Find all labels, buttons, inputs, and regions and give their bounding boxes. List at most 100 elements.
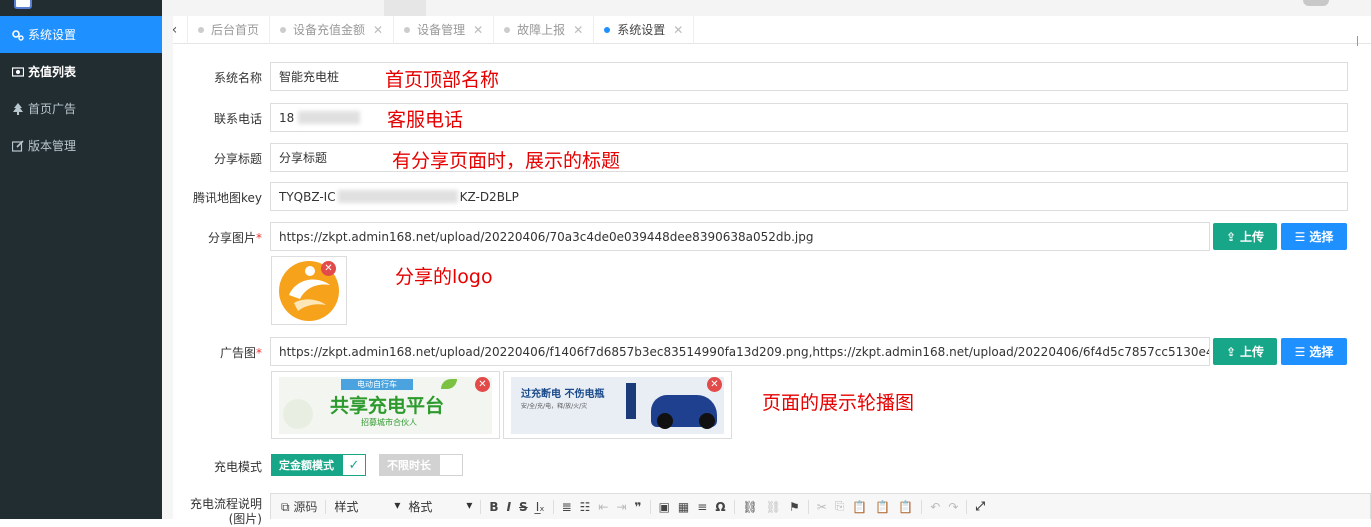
avatar[interactable] <box>1303 0 1329 6</box>
top-header <box>0 0 1371 16</box>
map-key-prefix: TYQBZ-IC <box>279 189 336 204</box>
upload-button[interactable]: ⇪ 上传 <box>1213 223 1277 250</box>
table-icon[interactable]: ▦ <box>678 500 689 514</box>
money-icon <box>12 66 24 78</box>
required-mark: * <box>256 231 262 245</box>
bulleted-list-icon[interactable]: ☷ <box>580 500 591 514</box>
logo-area <box>0 0 162 16</box>
toolbar-separator <box>807 499 809 514</box>
switch-label: 定金额模式 <box>271 454 342 476</box>
copy-icon[interactable]: ⎘ <box>835 499 845 514</box>
tab-label: 设备管理 <box>417 23 466 37</box>
select-label: 选择 <box>1309 345 1334 359</box>
sidebar-item-label: 版本管理 <box>28 139 77 153</box>
tab-label: 设备充值金额 <box>293 23 366 37</box>
indent-icon[interactable]: ⇥ <box>616 500 626 514</box>
sidebar-item-version-management[interactable]: 版本管理 <box>0 127 162 164</box>
system-name-note: 首页顶部名称 <box>385 69 500 91</box>
blockquote-icon[interactable]: ❞ <box>635 500 642 514</box>
select-button[interactable]: ☰ 选择 <box>1281 338 1347 365</box>
numbered-list-icon[interactable]: ≣ <box>562 500 572 514</box>
sidebar-item-label: 首页广告 <box>28 102 77 116</box>
unlimited-time-switch[interactable]: 不限时长 <box>379 454 463 476</box>
outdent-icon[interactable]: ⇤ <box>598 500 608 514</box>
map-key-input[interactable]: TYQBZ-IC KZ-D2BLP <box>270 182 1348 211</box>
ad-image-url-input[interactable]: https://zkpt.admin168.net/upload/2022040… <box>270 337 1210 366</box>
redo-icon[interactable]: ↷ <box>948 500 958 514</box>
ad-image-note: 页面的展示轮播图 <box>762 392 915 414</box>
rich-text-toolbar: ⧉ 源码 样式 ▾ 格式 ▾ B I S I̲ₓ ≣ ☷ ⇤ ⇥ ❞ ▣ ▦ ≡… <box>270 493 1371 519</box>
cut-icon[interactable]: ✂ <box>817 500 827 514</box>
share-image-url: https://zkpt.admin168.net/upload/2022040… <box>279 229 814 244</box>
map-key-label: 腾讯地图key <box>192 191 262 205</box>
close-icon[interactable]: ✕ <box>673 23 683 37</box>
share-image-url-input[interactable]: https://zkpt.admin168.net/upload/2022040… <box>270 222 1210 251</box>
select-button[interactable]: ☰ 选择 <box>1281 223 1347 250</box>
close-icon[interactable]: ✕ <box>473 23 483 37</box>
link-icon[interactable]: ⛓ <box>743 500 758 514</box>
paste-icon[interactable]: 📋 <box>852 500 867 514</box>
switch-label: 不限时长 <box>379 454 439 476</box>
italic-icon[interactable]: I <box>507 500 511 514</box>
horizontal-line-icon[interactable]: ≡ <box>697 500 707 514</box>
tab-device-recharge-amount[interactable]: 设备充值金额 ✕ <box>270 15 395 44</box>
check-icon: ✓ <box>342 454 366 476</box>
sidebar-item-system-settings[interactable]: 系统设置 <box>0 16 162 53</box>
remove-image-icon[interactable]: ✕ <box>475 377 490 392</box>
paste-word-icon[interactable]: 📋 <box>898 500 913 514</box>
tab-dot <box>604 26 611 33</box>
undo-icon[interactable]: ↶ <box>930 500 940 514</box>
banner-1-subtitle: 招募城市合伙人 <box>361 418 417 427</box>
share-image-label: 分享图片* <box>172 229 262 246</box>
ad-banner-thumbnail-1[interactable]: 电动自行车 共享充电平台 招募城市合伙人 ✕ <box>271 371 500 439</box>
toolbar-separator <box>966 499 968 514</box>
gears-icon <box>12 29 24 41</box>
tab-home[interactable]: 后台首页 <box>188 15 271 44</box>
anchor-flag-icon[interactable]: ⚑ <box>789 500 800 514</box>
ad-banner-thumbnail-2[interactable]: 过充断电 不伤电瓶 安/全/充/电，释/放/火/灾 ✕ <box>503 371 732 439</box>
ad-image-label: 广告图* <box>172 344 262 361</box>
image-icon[interactable]: ▣ <box>659 500 670 514</box>
phone-value: 18 <box>279 110 295 125</box>
unlink-icon[interactable]: ⛓ <box>766 500 781 514</box>
share-logo-thumbnail[interactable]: ✕ <box>271 256 347 325</box>
share-title-label: 分享标题 <box>213 152 262 166</box>
banner-1-title: 共享充电平台 <box>329 395 444 417</box>
close-icon[interactable]: ✕ <box>573 23 583 37</box>
remove-image-icon[interactable]: ✕ <box>707 377 722 392</box>
style-dropdown[interactable]: 样式 ▾ <box>334 498 400 515</box>
charge-desc-label-line2: (图片) <box>228 512 262 526</box>
edit-icon <box>12 139 24 152</box>
system-name-value: 智能充电桩 <box>279 70 340 84</box>
system-name-label: 系统名称 <box>213 71 262 85</box>
fixed-amount-mode-switch[interactable]: 定金额模式 ✓ <box>271 454 366 476</box>
toolbar-separator <box>733 499 735 514</box>
tab-device-management[interactable]: 设备管理 ✕ <box>394 15 495 44</box>
remove-image-icon[interactable]: ✕ <box>321 261 336 276</box>
upload-label: 上传 <box>1240 345 1265 359</box>
sidebar-item-recharge-list[interactable]: 充值列表 <box>0 53 162 90</box>
sidebar-item-home-ads[interactable]: 首页广告 <box>0 90 162 127</box>
scooter-wheel <box>699 413 715 429</box>
paste-text-icon[interactable]: 📋 <box>875 500 890 514</box>
format-dropdown[interactable]: 格式 ▾ <box>408 498 472 515</box>
strikethrough-icon[interactable]: S <box>519 500 528 514</box>
switch-knob <box>439 454 463 476</box>
toolbar-separator <box>649 499 651 514</box>
maximize-icon[interactable]: ⤢ <box>975 499 985 514</box>
bold-icon[interactable]: B <box>489 500 498 514</box>
leaf-icon <box>441 379 457 389</box>
select-label: 选择 <box>1309 230 1334 244</box>
upload-button[interactable]: ⇪ 上传 <box>1213 338 1277 365</box>
tab-fault-report[interactable]: 故障上报 ✕ <box>494 15 595 44</box>
source-icon[interactable]: ⧉ 源码 <box>281 498 317 515</box>
special-char-icon[interactable]: Ω <box>715 500 725 514</box>
share-image-label-text: 分享图片 <box>207 231 256 245</box>
tab-system-settings[interactable]: 系统设置 ✕ <box>594 15 695 44</box>
close-icon[interactable]: ✕ <box>373 23 383 37</box>
tab-dot <box>404 26 411 33</box>
charge-mode-label: 充电模式 <box>213 460 262 474</box>
remove-format-icon[interactable]: I̲ₓ <box>536 500 545 514</box>
redacted-block <box>337 190 458 203</box>
ad-image-url: https://zkpt.admin168.net/upload/2022040… <box>279 344 1209 359</box>
